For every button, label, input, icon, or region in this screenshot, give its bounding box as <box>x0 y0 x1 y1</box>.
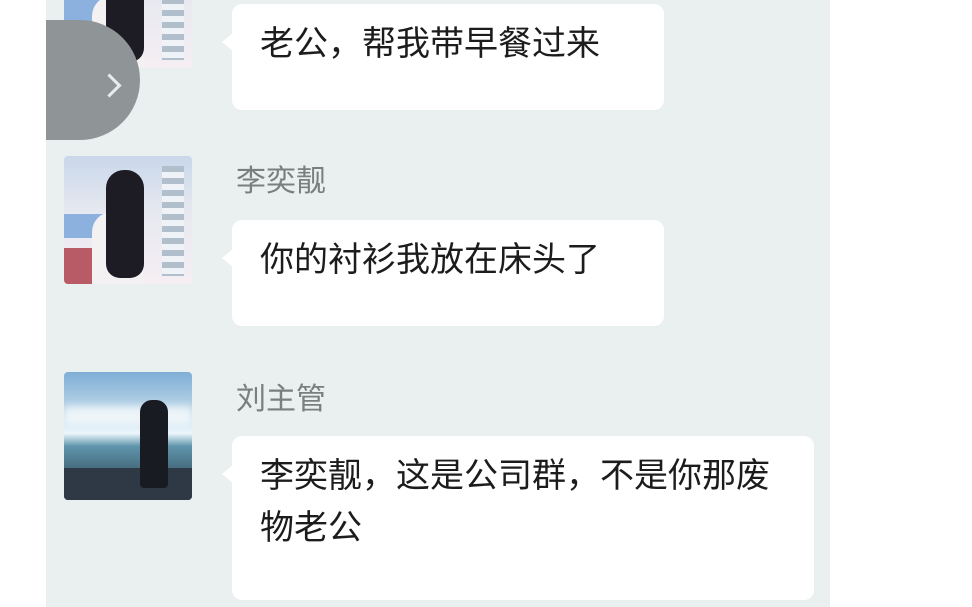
avatar-hair <box>106 170 144 278</box>
message-text: 李奕靓，这是公司群，不是你那废物老公 <box>260 456 770 548</box>
avatar-railing <box>162 166 184 276</box>
sender-name: 李奕靓 <box>236 164 326 199</box>
avatar-person <box>140 400 168 488</box>
avatar-sun-glare <box>64 406 192 424</box>
chevron-right-icon <box>97 73 122 98</box>
right-blank-area <box>830 0 972 607</box>
message-1: 老公，帮我带早餐过来 <box>46 0 830 120</box>
chat-panel: 老公，帮我带早餐过来 李奕靓 你的衬衫我放在床头了 刘主管 李奕靓，这是公司群，… <box>46 0 830 607</box>
message-text: 你的衬衫我放在床头了 <box>260 240 600 280</box>
message-3: 刘主管 李奕靓，这是公司群，不是你那废物老公 <box>46 372 830 607</box>
avatar-railing <box>162 0 184 60</box>
sender-name: 刘主管 <box>236 382 326 417</box>
message-2: 李奕靓 你的衬衫我放在床头了 <box>46 156 830 336</box>
message-bubble[interactable]: 老公，帮我带早餐过来 <box>222 4 664 110</box>
sender-avatar[interactable] <box>64 372 192 500</box>
message-bubble[interactable]: 李奕靓，这是公司群，不是你那废物老公 <box>222 436 814 600</box>
message-bubble[interactable]: 你的衬衫我放在床头了 <box>222 220 664 326</box>
message-text: 老公，帮我带早餐过来 <box>260 24 600 64</box>
chat-screen: 老公，帮我带早餐过来 李奕靓 你的衬衫我放在床头了 刘主管 李奕靓，这是公司群，… <box>0 0 972 607</box>
avatar-railing <box>64 468 192 500</box>
sender-avatar[interactable] <box>64 156 192 284</box>
